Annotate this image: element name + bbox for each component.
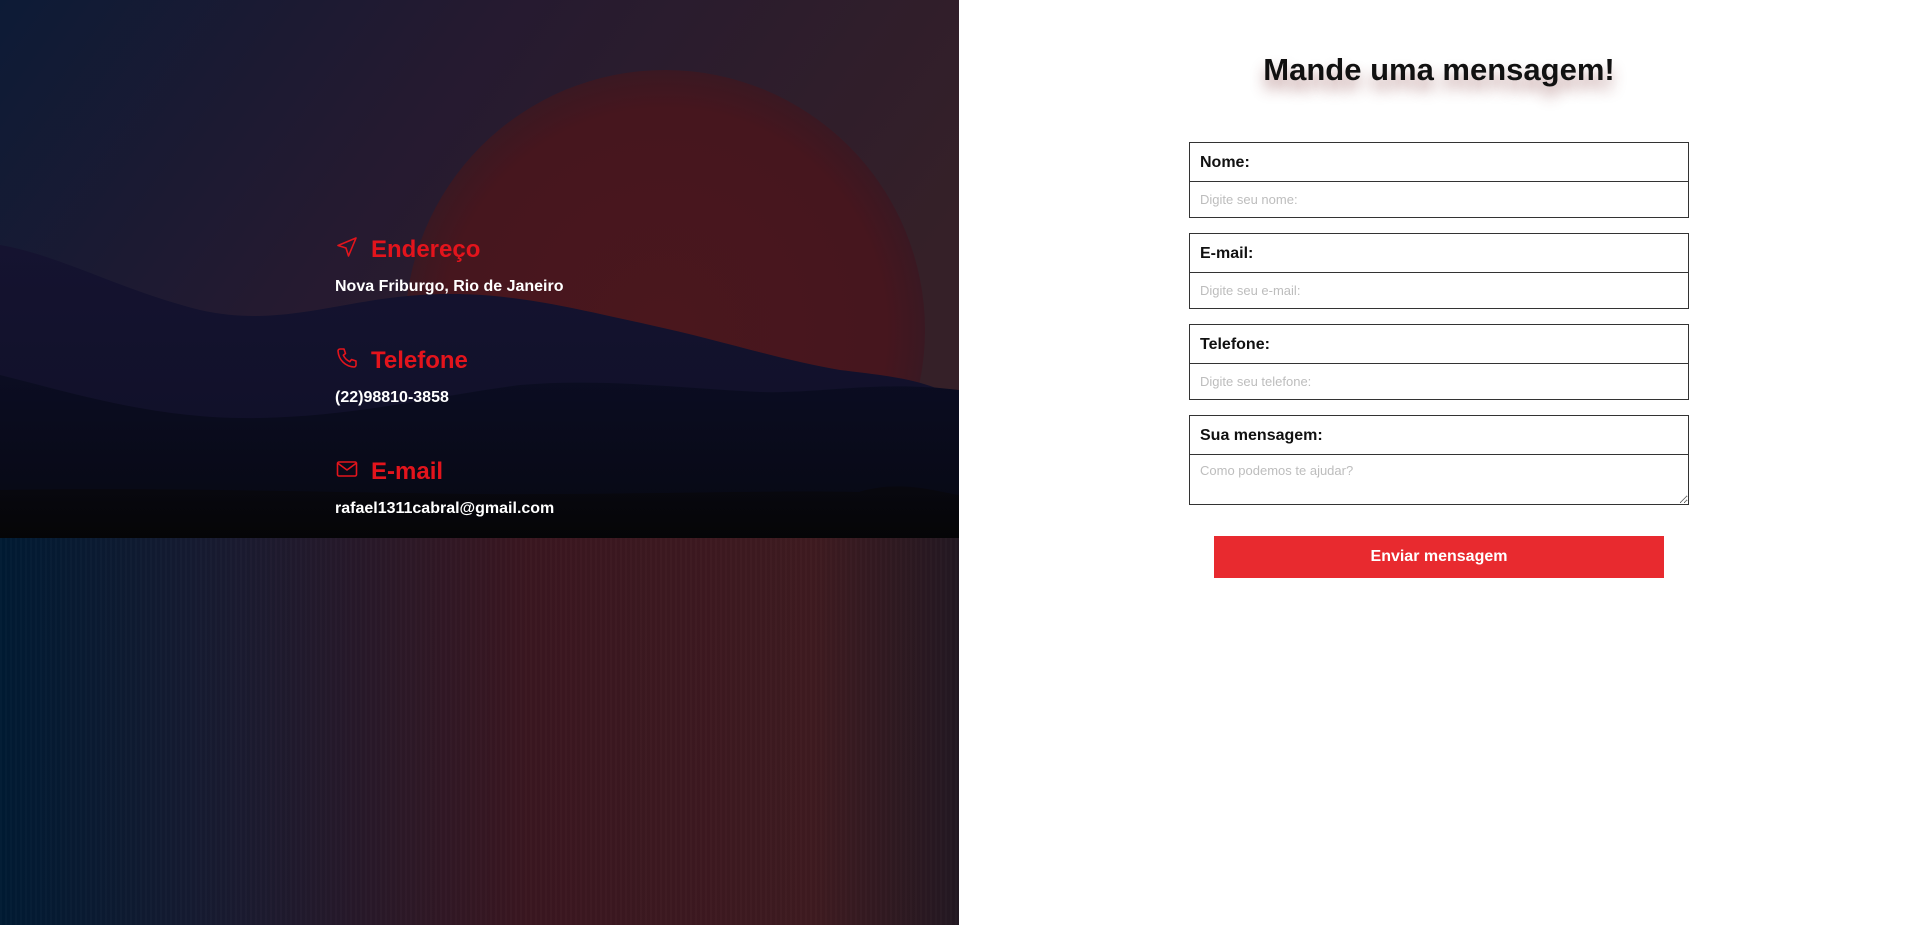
email-block: E-mail rafael1311cabral@gmail.com (335, 457, 554, 518)
phone-field-group: Telefone: (1189, 324, 1689, 400)
email-heading: E-mail (335, 457, 554, 486)
message-label: Sua mensagem: (1190, 416, 1688, 455)
navigation-arrow-icon (335, 235, 359, 264)
mail-icon (335, 457, 359, 486)
send-message-button[interactable]: Enviar mensagem (1214, 536, 1664, 578)
name-input[interactable] (1190, 182, 1688, 217)
address-block: Endereço Nova Friburgo, Rio de Janeiro (335, 235, 563, 296)
contact-panel: Endereço Nova Friburgo, Rio de Janeiro T… (0, 0, 959, 925)
form-title: Mande uma mensagem! (1263, 52, 1615, 87)
address-value: Nova Friburgo, Rio de Janeiro (335, 278, 564, 295)
email-field-group: E-mail: (1189, 233, 1689, 309)
email-value: rafael1311cabral@gmail.com (335, 500, 555, 517)
phone-input[interactable] (1190, 364, 1688, 399)
phone-title: Telefone (371, 346, 468, 374)
email-input[interactable] (1190, 273, 1688, 308)
email-label: E-mail: (1190, 234, 1688, 273)
phone-label: Telefone: (1190, 325, 1688, 364)
name-field-group: Nome: (1189, 142, 1689, 218)
name-label: Nome: (1190, 143, 1688, 182)
message-field-group: Sua mensagem: (1189, 415, 1689, 505)
address-title: Endereço (371, 235, 481, 263)
phone-heading: Telefone (335, 346, 468, 375)
phone-icon (335, 346, 359, 375)
phone-block: Telefone (22)98810-3858 (335, 346, 468, 407)
background-texture (0, 538, 959, 925)
email-title: E-mail (371, 457, 444, 485)
phone-value: (22)98810-3858 (335, 389, 449, 406)
message-textarea[interactable] (1190, 455, 1688, 504)
address-heading: Endereço (335, 235, 563, 264)
